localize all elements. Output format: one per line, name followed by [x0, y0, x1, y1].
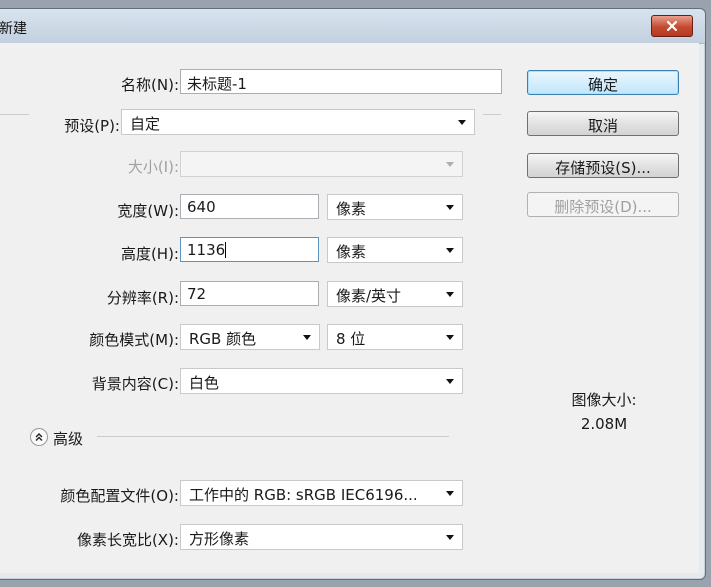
bit-depth-select[interactable]: 8 位	[327, 324, 463, 350]
ok-button[interactable]: 确定	[527, 70, 679, 95]
background-select[interactable]: 白色	[180, 368, 463, 394]
name-label: 名称(N):	[121, 76, 179, 94]
preset-value: 自定	[130, 115, 161, 133]
preset-select[interactable]: 自定	[121, 109, 475, 135]
advanced-toggle[interactable]	[30, 428, 48, 446]
chevron-down-icon	[446, 535, 454, 540]
resolution-label: 分辨率(R):	[106, 289, 179, 307]
width-label: 宽度(W):	[117, 202, 179, 220]
pixel-aspect-select[interactable]: 方形像素	[180, 524, 463, 550]
preset-label: 预设(P):	[64, 117, 120, 135]
size-label: 大小(I):	[127, 158, 179, 176]
height-value: 1136	[187, 241, 226, 259]
chevron-down-icon	[458, 120, 466, 125]
close-button[interactable]	[651, 15, 693, 37]
window-title: 新建	[0, 21, 27, 37]
new-document-dialog: 新建 名称(N): 未标题-1 预设(P): 自定 大小(I): 宽度(W): …	[0, 8, 706, 580]
cancel-button[interactable]: 取消	[527, 111, 679, 136]
resolution-input[interactable]: 72	[180, 281, 319, 306]
background-label: 背景内容(C):	[91, 375, 179, 393]
chevron-down-icon	[446, 335, 454, 340]
chevron-down-icon	[446, 379, 454, 384]
color-profile-value: 工作中的 RGB: sRGB IEC6196...	[189, 486, 418, 504]
chevron-up-icon	[35, 433, 43, 441]
background-value: 白色	[189, 374, 220, 392]
height-label: 高度(H):	[120, 245, 179, 263]
height-unit-select[interactable]: 像素	[327, 237, 463, 263]
image-size-label: 图像大小:	[571, 391, 637, 409]
dialog-body: 名称(N): 未标题-1 预设(P): 自定 大小(I): 宽度(W): 640…	[0, 43, 699, 573]
chevron-down-icon	[446, 162, 454, 167]
height-unit-value: 像素	[336, 243, 367, 261]
resolution-unit-value: 像素/英寸	[336, 287, 402, 305]
color-mode-select[interactable]: RGB 颜色	[180, 324, 320, 350]
color-mode-value: RGB 颜色	[189, 330, 257, 348]
width-unit-select[interactable]: 像素	[327, 194, 463, 220]
width-unit-value: 像素	[336, 200, 367, 218]
color-profile-label: 颜色配置文件(O):	[60, 487, 179, 505]
resolution-unit-select[interactable]: 像素/英寸	[327, 281, 463, 307]
size-select	[180, 151, 463, 177]
preset-group-border-right	[483, 114, 501, 115]
height-input[interactable]: 1136	[180, 237, 319, 262]
chevron-down-icon	[446, 292, 454, 297]
chevron-down-icon	[446, 205, 454, 210]
preset-group-border-left	[0, 114, 29, 115]
color-profile-select[interactable]: 工作中的 RGB: sRGB IEC6196...	[180, 480, 463, 506]
pixel-aspect-label: 像素长宽比(X):	[76, 531, 179, 549]
color-mode-label: 颜色模式(M):	[89, 331, 179, 349]
bit-depth-value: 8 位	[336, 330, 366, 348]
chevron-down-icon	[303, 335, 311, 340]
advanced-label: 高级	[53, 430, 84, 448]
chevron-down-icon	[446, 248, 454, 253]
title-bar: 新建	[0, 9, 705, 44]
save-preset-button[interactable]: 存储预设(S)...	[527, 153, 679, 178]
name-input[interactable]: 未标题-1	[180, 69, 502, 94]
text-caret	[225, 242, 227, 258]
close-icon	[666, 20, 678, 32]
delete-preset-button: 删除预设(D)...	[527, 192, 679, 217]
chevron-down-icon	[446, 491, 454, 496]
width-input[interactable]: 640	[180, 194, 319, 219]
image-size-value: 2.08M	[580, 415, 628, 433]
pixel-aspect-value: 方形像素	[189, 530, 250, 548]
advanced-divider	[97, 436, 449, 437]
